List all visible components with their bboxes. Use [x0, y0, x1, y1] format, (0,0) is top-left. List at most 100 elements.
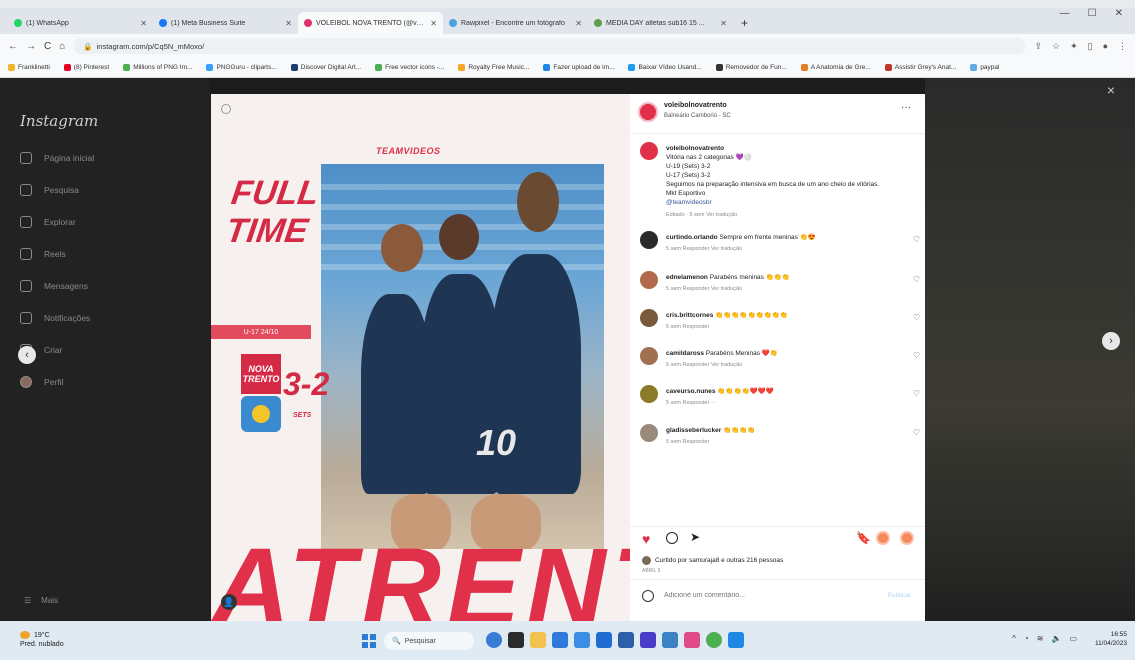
teams-icon[interactable]: [640, 632, 656, 648]
browser-tab[interactable]: (1) Meta Business Suite ✕: [153, 12, 298, 34]
caption-username[interactable]: voleibolnovatrento: [666, 145, 724, 152]
clock[interactable]: 16:55 11/04/2023: [1095, 630, 1127, 648]
more-options-icon[interactable]: ···: [901, 102, 911, 113]
bookmark-item[interactable]: Assistir Grey's Anat...: [884, 64, 956, 71]
commenter-username[interactable]: caveurso.nunes: [666, 388, 716, 395]
bookmark-item[interactable]: Discover Digital Art...: [290, 64, 361, 71]
word-icon[interactable]: [618, 632, 634, 648]
previous-post-button[interactable]: ‹: [18, 346, 36, 364]
close-tab-icon[interactable]: ✕: [140, 19, 147, 28]
nav-item[interactable]: Mensagens: [20, 280, 88, 292]
bookmark-item[interactable]: Free vector icons -...: [375, 64, 444, 71]
sidepanel-icon[interactable]: ▯: [1088, 41, 1093, 52]
nav-item[interactable]: Perfil: [20, 376, 63, 388]
like-heart-icon[interactable]: ♥: [642, 531, 650, 547]
bookmark-item[interactable]: Royalty Free Music...: [458, 64, 529, 71]
commenter-avatar[interactable]: [640, 309, 658, 327]
comment-meta[interactable]: 5 sem Responder Ver tradução: [666, 286, 742, 292]
comment-icon[interactable]: [666, 532, 678, 544]
save-bookmark-icon[interactable]: 🔖: [856, 531, 871, 545]
network-icon[interactable]: ◔: [1024, 634, 1029, 643]
reload-icon[interactable]: C: [44, 41, 51, 52]
wifi-icon[interactable]: ≋: [1037, 634, 1044, 643]
close-modal-icon[interactable]: ×: [1107, 82, 1115, 98]
commenter-avatar[interactable]: [640, 424, 658, 442]
caption-avatar[interactable]: [640, 142, 658, 160]
taskview-icon[interactable]: [486, 632, 502, 648]
bookmark-item[interactable]: Franklinetti: [8, 64, 50, 71]
nav-item[interactable]: Explorar: [20, 216, 76, 228]
start-button[interactable]: [362, 634, 376, 648]
commenter-username[interactable]: cris.brittcornes: [666, 312, 713, 319]
nav-item[interactable]: Notificações: [20, 312, 90, 324]
commenter-avatar[interactable]: [640, 347, 658, 365]
commenter-username[interactable]: ednelamenon: [666, 274, 708, 281]
nav-item[interactable]: Página inicial: [20, 152, 94, 164]
weather-widget[interactable]: 19°C Pred. nublado: [20, 631, 64, 649]
bookmark-star-icon[interactable]: ☆: [1052, 41, 1060, 52]
battery-icon[interactable]: ▭: [1069, 634, 1077, 643]
bookmark-item[interactable]: Baixar Vídeo Usand...: [628, 64, 702, 71]
widgets-icon[interactable]: [508, 632, 524, 648]
post-location[interactable]: Balneário Camboriú - SC: [664, 113, 731, 119]
nav-item[interactable]: Pesquisa: [20, 184, 79, 196]
story-ring-icon[interactable]: [876, 531, 890, 545]
comment-like-icon[interactable]: ♡: [913, 235, 920, 244]
mail-icon[interactable]: [596, 632, 612, 648]
store-icon[interactable]: [574, 632, 590, 648]
chevron-up-icon[interactable]: ^: [1012, 634, 1016, 643]
browser-tab[interactable]: Rawpixel - Encontre um fotógrafo ✕: [443, 12, 588, 34]
app-icon[interactable]: [728, 632, 744, 648]
share-icon[interactable]: ➤: [690, 530, 700, 544]
commenter-username[interactable]: curtindo.orlando: [666, 234, 718, 241]
bookmark-item[interactable]: A Anatomia de Gre...: [800, 64, 871, 71]
new-tab-button[interactable]: +: [733, 16, 756, 34]
profile-icon[interactable]: ●: [1103, 41, 1108, 52]
url-field[interactable]: 🔒 instagram.com/p/Cq5N_mMoxo/: [73, 38, 1027, 54]
comment-like-icon[interactable]: ♡: [913, 351, 920, 360]
more-menu[interactable]: ☰ Mais: [24, 596, 58, 605]
browser-tab[interactable]: (1) WhatsApp ✕: [8, 12, 153, 34]
comment-meta[interactable]: 5 sem Responder Ver tradução: [666, 246, 742, 252]
maximize-icon[interactable]: ☐: [1088, 8, 1097, 19]
bookmark-item[interactable]: Removedor de Fun...: [715, 64, 787, 71]
close-tab-icon[interactable]: ✕: [575, 19, 582, 28]
bookmark-item[interactable]: Millions of PNG Im...: [123, 64, 192, 71]
comment-meta[interactable]: 5 sem Responder: [666, 324, 709, 330]
close-tab-icon[interactable]: ✕: [720, 19, 727, 28]
close-tab-icon[interactable]: ✕: [430, 19, 437, 28]
commenter-avatar[interactable]: [640, 231, 658, 249]
bookmark-item[interactable]: (8) Pinterest: [63, 64, 109, 71]
story-ring-icon[interactable]: [900, 531, 914, 545]
close-tab-icon[interactable]: ✕: [285, 19, 292, 28]
publish-button[interactable]: Publicar: [888, 592, 925, 599]
paint-icon[interactable]: [684, 632, 700, 648]
comment-like-icon[interactable]: ♡: [913, 313, 920, 322]
photoshop-icon[interactable]: [662, 632, 678, 648]
author-avatar[interactable]: [638, 102, 658, 122]
nav-item[interactable]: Reels: [20, 248, 66, 260]
comment-meta[interactable]: 5 sem Responder: [666, 439, 709, 445]
comment-meta[interactable]: 5 sem Responder ···: [666, 400, 716, 406]
instagram-logo[interactable]: Instagram: [20, 112, 98, 130]
comment-input[interactable]: [664, 592, 878, 599]
browser-tab[interactable]: VOLEIBOL NOVA TRENTO (@vol... ✕: [298, 12, 443, 34]
bookmark-item[interactable]: paypal: [970, 64, 999, 71]
comment-like-icon[interactable]: ♡: [913, 389, 920, 398]
commenter-avatar[interactable]: [640, 271, 658, 289]
menu-icon[interactable]: ⋮: [1118, 41, 1127, 52]
share-page-icon[interactable]: ⇪: [1034, 41, 1042, 52]
close-window-icon[interactable]: ✕: [1115, 8, 1123, 19]
edge-icon[interactable]: [552, 632, 568, 648]
comment-meta[interactable]: 5 sem Responder Ver tradução: [666, 362, 742, 368]
comment-like-icon[interactable]: ♡: [913, 428, 920, 437]
taskbar-search[interactable]: 🔍 Pesquisar: [384, 632, 474, 650]
home-icon[interactable]: ⌂: [59, 41, 65, 52]
commenter-username[interactable]: camildaross: [666, 350, 704, 357]
file-explorer-icon[interactable]: [530, 632, 546, 648]
commenter-avatar[interactable]: [640, 385, 658, 403]
tagged-users-icon[interactable]: 👤: [221, 594, 237, 610]
back-icon[interactable]: ←: [8, 41, 18, 52]
bookmark-item[interactable]: PNGGuru - cliparts...: [206, 64, 277, 71]
comment-like-icon[interactable]: ♡: [913, 275, 920, 284]
